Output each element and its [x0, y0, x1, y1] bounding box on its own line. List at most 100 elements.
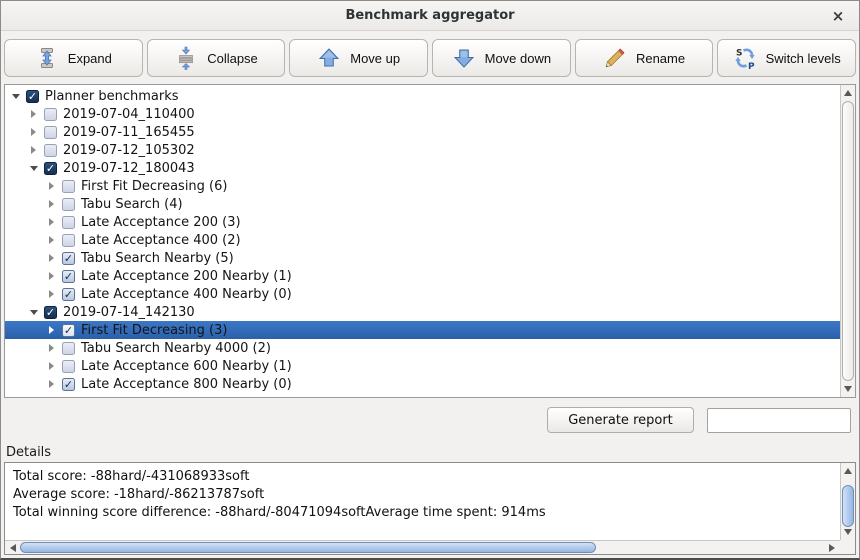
tree-row[interactable]: First Fit Decreasing (6): [5, 177, 840, 195]
rename-icon: [603, 46, 627, 70]
move-down-button[interactable]: Move down: [432, 39, 571, 77]
tree-checkbox[interactable]: [44, 306, 57, 319]
tree-checkbox[interactable]: [62, 216, 75, 229]
benchmark-aggregator-window: Benchmark aggregator × Expand Collapse: [0, 0, 860, 560]
details-label: Details: [6, 445, 859, 460]
tree-row[interactable]: Tabu Search Nearby 4000 (2): [5, 339, 840, 357]
expander-icon[interactable]: [45, 234, 58, 246]
details-text: Total score: -88hard/-431068933softAvera…: [5, 463, 840, 540]
report-name-input[interactable]: [707, 408, 851, 433]
expander-icon[interactable]: [45, 270, 58, 282]
tree-row[interactable]: Late Acceptance 200 Nearby (1): [5, 267, 840, 285]
expander-icon[interactable]: [27, 306, 40, 318]
expander-icon[interactable]: [45, 216, 58, 228]
scroll-up-icon[interactable]: [841, 464, 855, 478]
tree-checkbox[interactable]: [62, 378, 75, 391]
tree-checkbox[interactable]: [62, 234, 75, 247]
toolbar: Expand Collapse Move up: [1, 31, 859, 84]
expand-button-label: Expand: [68, 51, 112, 66]
move-up-icon: [317, 46, 341, 70]
svg-text:P: P: [748, 62, 755, 70]
tree-checkbox[interactable]: [62, 360, 75, 373]
close-icon[interactable]: ×: [827, 5, 849, 27]
expander-icon[interactable]: [27, 162, 40, 174]
expander-icon[interactable]: [45, 252, 58, 264]
scroll-down-icon[interactable]: [841, 525, 855, 539]
expander-icon[interactable]: [45, 198, 58, 210]
tree-checkbox[interactable]: [62, 288, 75, 301]
tree-vertical-scrollbar[interactable]: [840, 85, 855, 397]
rename-button[interactable]: Rename: [575, 39, 714, 77]
scroll-right-icon[interactable]: [825, 541, 839, 554]
action-row: Generate report: [1, 398, 859, 442]
tree-item-label: 2019-07-12_180043: [63, 161, 195, 176]
tree-item-label: Planner benchmarks: [45, 89, 179, 104]
move-down-button-label: Move down: [485, 51, 551, 66]
titlebar: Benchmark aggregator ×: [1, 1, 859, 31]
tree-row[interactable]: Tabu Search Nearby (5): [5, 249, 840, 267]
tree-checkbox[interactable]: [62, 324, 75, 337]
details-vertical-scrollbar[interactable]: [840, 463, 855, 540]
tree-row[interactable]: Late Acceptance 800 Nearby (0): [5, 375, 840, 393]
scroll-left-icon[interactable]: [6, 541, 20, 554]
tree-checkbox[interactable]: [44, 108, 57, 121]
details-horizontal-scrollbar[interactable]: [5, 540, 840, 554]
tree-item-label: First Fit Decreasing (6): [81, 179, 227, 194]
switch-levels-button-label: Switch levels: [766, 51, 841, 66]
tree-row[interactable]: Late Acceptance 400 (2): [5, 231, 840, 249]
details-line: Average score: -18hard/-86213787soft: [13, 486, 832, 504]
tree-row[interactable]: 2019-07-12_180043: [5, 159, 840, 177]
scroll-down-icon[interactable]: [841, 382, 855, 396]
window-title: Benchmark aggregator: [345, 8, 514, 23]
scrollbar-corner: [840, 540, 855, 554]
tree-row[interactable]: Late Acceptance 400 Nearby (0): [5, 285, 840, 303]
tree-row[interactable]: Late Acceptance 600 Nearby (1): [5, 357, 840, 375]
tree-row[interactable]: 2019-07-14_142130: [5, 303, 840, 321]
expander-icon[interactable]: [9, 90, 22, 102]
tree-checkbox[interactable]: [44, 144, 57, 157]
expander-icon[interactable]: [27, 126, 40, 138]
tree-checkbox[interactable]: [62, 252, 75, 265]
tree-row[interactable]: 2019-07-11_165455: [5, 123, 840, 141]
details-line: Total score: -88hard/-431068933soft: [13, 468, 832, 486]
details-vertical-scrollbar-thumb[interactable]: [842, 485, 854, 527]
move-up-button-label: Move up: [350, 51, 400, 66]
expander-icon[interactable]: [45, 378, 58, 390]
tree-item-label: 2019-07-11_165455: [63, 125, 195, 140]
collapse-icon: [174, 46, 198, 70]
tree-checkbox[interactable]: [26, 90, 39, 103]
move-up-button[interactable]: Move up: [289, 39, 428, 77]
tree-row[interactable]: Tabu Search (4): [5, 195, 840, 213]
scroll-up-icon[interactable]: [841, 86, 855, 100]
tree-row[interactable]: Planner benchmarks: [5, 87, 840, 105]
tree-row[interactable]: Late Acceptance 200 (3): [5, 213, 840, 231]
tree-item-label: 2019-07-04_110400: [63, 107, 195, 122]
expander-icon[interactable]: [45, 342, 58, 354]
expander-icon[interactable]: [27, 108, 40, 120]
collapse-button[interactable]: Collapse: [147, 39, 286, 77]
tree-item-label: First Fit Decreasing (3): [81, 323, 227, 338]
expander-icon[interactable]: [45, 324, 58, 336]
tree-checkbox[interactable]: [62, 198, 75, 211]
tree-item-label: Late Acceptance 600 Nearby (1): [81, 359, 292, 374]
details-horizontal-scrollbar-thumb[interactable]: [20, 542, 596, 553]
expander-icon[interactable]: [45, 360, 58, 372]
tree-checkbox[interactable]: [44, 126, 57, 139]
tree-checkbox[interactable]: [62, 270, 75, 283]
expander-icon[interactable]: [27, 144, 40, 156]
tree-row[interactable]: First Fit Decreasing (3): [5, 321, 840, 339]
tree-row[interactable]: 2019-07-04_110400: [5, 105, 840, 123]
switch-levels-icon: S P: [733, 46, 757, 70]
generate-report-button[interactable]: Generate report: [547, 407, 694, 433]
tree-row[interactable]: 2019-07-12_105302: [5, 141, 840, 159]
tree-checkbox[interactable]: [62, 180, 75, 193]
expand-button[interactable]: Expand: [4, 39, 143, 77]
tree-checkbox[interactable]: [62, 342, 75, 355]
expander-icon[interactable]: [45, 180, 58, 192]
tree-checkbox[interactable]: [44, 162, 57, 175]
expander-icon[interactable]: [45, 288, 58, 300]
tree-scrollbar-thumb[interactable]: [842, 101, 854, 381]
tree-item-label: Late Acceptance 800 Nearby (0): [81, 377, 292, 392]
switch-levels-button[interactable]: S P Switch levels: [717, 39, 856, 77]
tree-view: Planner benchmarks 2019-07-04_110400 201…: [5, 85, 840, 397]
